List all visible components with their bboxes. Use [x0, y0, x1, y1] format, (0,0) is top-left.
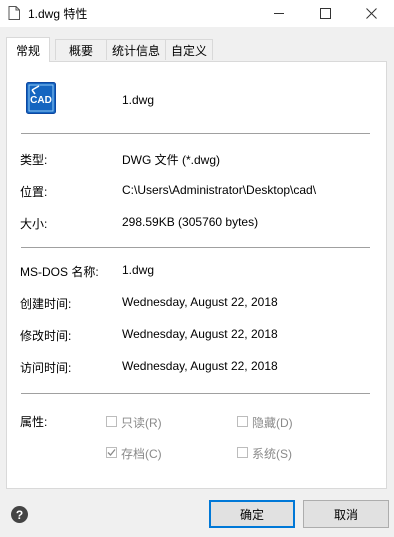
created-label: 创建时间: [20, 297, 72, 311]
type-value: DWG 文件 (*.dwg) [122, 153, 221, 167]
window-title: 1.dwg 特性 [28, 7, 88, 21]
location-label: 位置: [20, 185, 48, 199]
help-icon[interactable]: ? [11, 506, 28, 523]
hidden-label: 隐藏(D) [252, 416, 293, 430]
minimize-button[interactable] [256, 0, 302, 27]
maximize-button[interactable] [302, 0, 348, 27]
checkmark-icon [107, 449, 116, 456]
title-bar: 1.dwg 特性 [0, 0, 394, 27]
system-label: 系统(S) [252, 447, 292, 461]
modified-label: 修改时间: [20, 329, 72, 343]
tab-general[interactable]: 常规 [6, 37, 50, 62]
msdos-label: MS-DOS 名称: [20, 265, 99, 279]
tab-strip: 常规 概要 统计信息 自定义 [6, 37, 388, 62]
type-label: 类型: [20, 153, 48, 167]
file-name: 1.dwg [122, 93, 155, 107]
msdos-value: 1.dwg [122, 263, 155, 277]
accessed-value: Wednesday, August 22, 2018 [122, 359, 278, 373]
tab-statistics[interactable]: 统计信息 [106, 39, 166, 60]
archive-checkbox[interactable] [106, 447, 117, 458]
cad-file-icon: CAD [26, 82, 56, 114]
attributes-label: 属性: [20, 415, 48, 429]
separator [21, 133, 370, 134]
accessed-label: 访问时间: [20, 361, 72, 375]
hidden-checkbox[interactable] [237, 416, 248, 427]
size-label: 大小: [20, 217, 48, 231]
location-value: C:\Users\Administrator\Desktop\cad\ [122, 183, 317, 197]
close-button[interactable] [348, 0, 394, 27]
system-checkbox[interactable] [237, 447, 248, 458]
readonly-checkbox[interactable] [106, 416, 117, 427]
tab-summary[interactable]: 概要 [55, 39, 107, 60]
archive-label: 存档(C) [121, 447, 162, 461]
separator [21, 393, 370, 394]
cad-icon-text: CAD [30, 95, 52, 106]
file-icon [8, 6, 20, 20]
close-icon [365, 8, 377, 19]
readonly-label: 只读(R) [121, 416, 162, 430]
maximize-icon [319, 8, 331, 19]
cancel-button[interactable]: 取消 [303, 500, 389, 528]
modified-value: Wednesday, August 22, 2018 [122, 327, 278, 341]
separator [21, 247, 370, 248]
created-value: Wednesday, August 22, 2018 [122, 295, 278, 309]
tab-custom[interactable]: 自定义 [165, 39, 213, 60]
size-value: 298.59KB (305760 bytes) [122, 215, 259, 229]
minimize-icon [274, 13, 284, 14]
ok-button[interactable]: 确定 [209, 500, 295, 528]
